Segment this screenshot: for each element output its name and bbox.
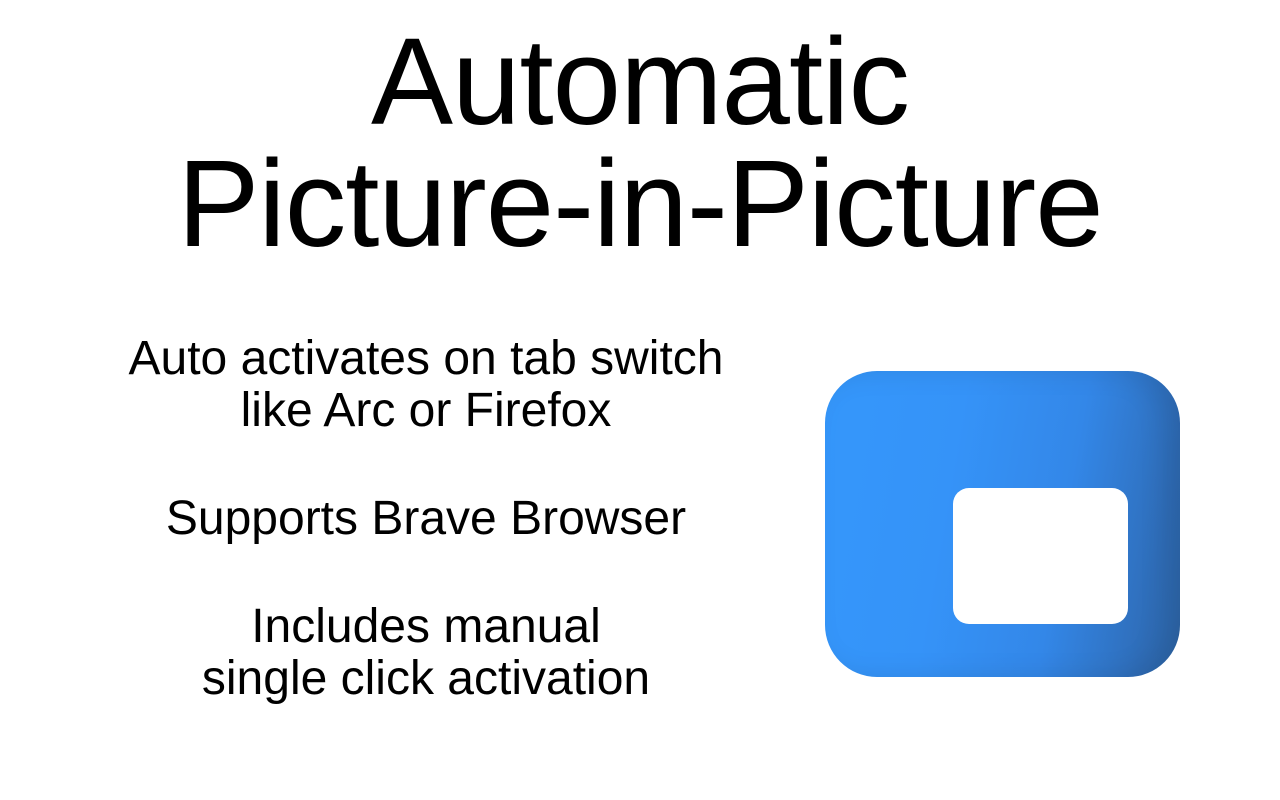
feature-text: Supports Brave Browser xyxy=(165,492,687,545)
feature-list: Auto activates on tab switch like Arc or… xyxy=(60,333,792,705)
feature-item-manual: Includes manual single click activation xyxy=(60,601,792,705)
feature-item-tab-switch: Auto activates on tab switch like Arc or… xyxy=(60,333,792,437)
feature-text: Includes manual xyxy=(251,600,601,653)
pip-window-icon xyxy=(953,488,1128,624)
picture-in-picture-icon xyxy=(825,371,1180,677)
feature-item-brave: Supports Brave Browser xyxy=(60,493,792,545)
page-title: Automatic Picture-in-Picture xyxy=(0,14,1280,273)
title-line-1: Automatic xyxy=(371,14,910,151)
title-line-2: Picture-in-Picture xyxy=(177,136,1103,273)
feature-text: Auto activates on tab switch xyxy=(128,332,724,385)
feature-text: like Arc or Firefox xyxy=(240,384,612,437)
feature-text: single click activation xyxy=(201,652,651,705)
